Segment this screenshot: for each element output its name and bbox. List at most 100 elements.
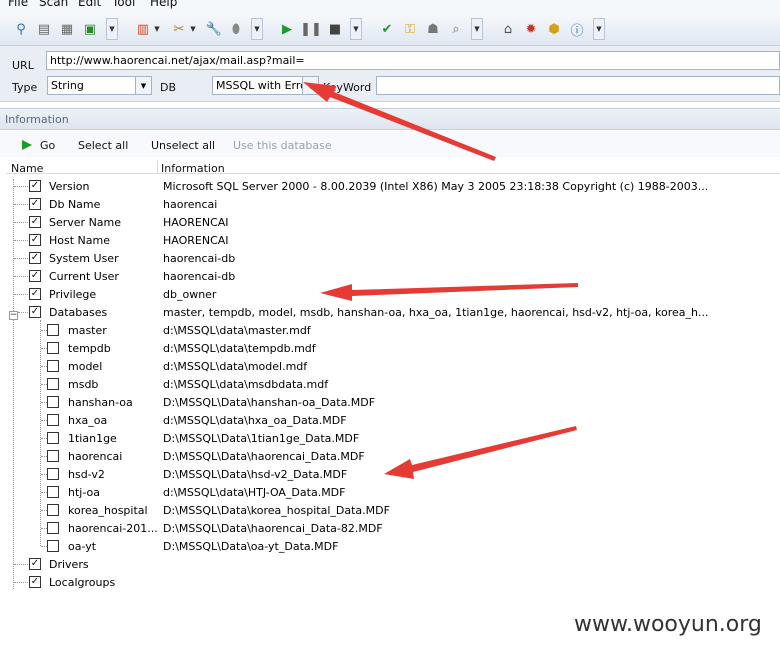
checkbox[interactable] <box>47 342 59 354</box>
toolbar-dropdown-3[interactable]: ▼ <box>188 18 198 40</box>
db-row[interactable]: korea_hospital D:\MSSQL\Data\korea_hospi… <box>0 501 780 519</box>
bug-icon[interactable]: ✹ <box>522 20 540 38</box>
db-row[interactable]: haorencai-201... D:\MSSQL\Data\haorencai… <box>0 519 780 537</box>
db-name: tempdb <box>68 342 111 355</box>
checkbox[interactable] <box>47 486 59 498</box>
checkbox[interactable] <box>47 522 59 534</box>
column-divider[interactable] <box>157 160 158 174</box>
url-input[interactable]: http://www.haorencai.net/ajax/mail.asp?m… <box>46 51 780 70</box>
database-icon[interactable]: ⬮ <box>227 20 245 38</box>
collapse-icon[interactable]: − <box>9 311 18 320</box>
tree-row[interactable]: ✓ System User haorencai-db <box>0 249 780 267</box>
document-icon[interactable]: ▤ <box>35 20 53 38</box>
pause-icon[interactable]: ❚❚ <box>300 20 322 38</box>
menu-tool[interactable]: Tool <box>112 0 135 9</box>
menu-scan[interactable]: Scan <box>39 0 68 9</box>
checkbox[interactable]: ✓ <box>29 252 41 264</box>
checkbox[interactable]: ✓ <box>29 216 41 228</box>
db-row[interactable]: htj-oa d:\MSSQL\data\HTJ-OA_Data.MDF <box>0 483 780 501</box>
row-info: HAORENCAI <box>163 216 229 229</box>
chart-icon[interactable]: ▥ <box>134 20 152 38</box>
db-row[interactable]: hxa_oa d:\MSSQL\data\hxa_oa_Data.MDF <box>0 411 780 429</box>
type-select[interactable]: String ▼ <box>47 76 152 95</box>
checkbox[interactable]: ✓ <box>29 558 41 570</box>
checkbox[interactable] <box>47 540 59 552</box>
tree-row[interactable]: ✓ Host Name HAORENCAI <box>0 231 780 249</box>
checkbox[interactable] <box>47 468 59 480</box>
users-icon[interactable]: ☗ <box>424 20 442 38</box>
db-row[interactable]: haorencai D:\MSSQL\Data\haorencai_Data.M… <box>0 447 780 465</box>
keyword-input[interactable] <box>376 76 780 95</box>
menu-edit[interactable]: Edit <box>78 0 101 9</box>
checkbox[interactable] <box>47 414 59 426</box>
checkbox[interactable] <box>47 378 59 390</box>
go-icon[interactable] <box>22 140 32 150</box>
menu-help[interactable]: Help <box>150 0 177 9</box>
db-row[interactable]: 1tian1ge D:\MSSQL\Data\1tian1ge_Data.MDF <box>0 429 780 447</box>
toolbar-dropdown-1[interactable]: ▼ <box>106 18 118 40</box>
toolbar: ⚲ ▤ ▦ ▣ ▼ ▥ ▼ ✂ ▼ 🔧 ⬮ ▼ ▶ ❚❚ ■ ▼ ✔ ⚿ ☗ ⌕… <box>0 12 780 46</box>
db-row[interactable]: tempdb d:\MSSQL\data\tempdb.mdf <box>0 339 780 357</box>
db-row[interactable]: model d:\MSSQL\data\model.mdf <box>0 357 780 375</box>
checkbox[interactable] <box>47 432 59 444</box>
db-row[interactable]: hsd-v2 D:\MSSQL\Data\hsd-v2_Data.MDF <box>0 465 780 483</box>
chevron-down-icon[interactable]: ▼ <box>135 77 151 94</box>
select-all-button[interactable]: Select all <box>78 139 128 152</box>
checkbox[interactable] <box>47 324 59 336</box>
checkbox[interactable]: ✓ <box>29 270 41 282</box>
toolbar-dropdown-6[interactable]: ▼ <box>471 18 483 40</box>
row-name: Db Name <box>49 198 101 211</box>
stop-icon[interactable]: ■ <box>326 20 344 38</box>
checkbox[interactable]: ✓ <box>29 198 41 210</box>
checkbox[interactable] <box>47 450 59 462</box>
toolbar-dropdown-5[interactable]: ▼ <box>350 18 362 40</box>
db-row[interactable]: master d:\MSSQL\data\master.mdf <box>0 321 780 339</box>
tree-row[interactable]: ✓ Privilege db_owner <box>0 285 780 303</box>
toolbar-dropdown-7[interactable]: ▼ <box>593 18 605 40</box>
db-path: D:\MSSQL\Data\korea_hospital_Data.MDF <box>163 504 390 517</box>
search-icon[interactable]: ⚲ <box>12 20 30 38</box>
tree-row[interactable]: ✓ Databases master, tempdb, model, msdb,… <box>0 303 780 321</box>
go-button[interactable]: Go <box>40 139 55 152</box>
play-icon[interactable]: ▶ <box>278 20 296 38</box>
scan-icon[interactable]: ✂ <box>170 20 188 38</box>
tree-row[interactable]: ✓ Drivers <box>0 555 780 573</box>
db-name: model <box>68 360 103 373</box>
checkbox[interactable]: ✓ <box>29 288 41 300</box>
tree-row[interactable]: ✓ Version Microsoft SQL Server 2000 - 8.… <box>0 177 780 195</box>
export-icon[interactable]: ▣ <box>81 20 99 38</box>
checkbox[interactable] <box>47 396 59 408</box>
checkbox[interactable]: ✓ <box>29 576 41 588</box>
toolbar-dropdown-2[interactable]: ▼ <box>152 18 162 40</box>
key-icon[interactable]: ⚿ <box>401 20 419 38</box>
tree-row[interactable]: ✓ Localgroups <box>0 573 780 591</box>
tree-row[interactable]: ✓ Server Name HAORENCAI <box>0 213 780 231</box>
wrench-icon[interactable]: 🔧 <box>205 20 223 38</box>
settings-icon[interactable]: ⬢ <box>545 20 563 38</box>
magnifier-icon[interactable]: ⌕ <box>447 20 465 38</box>
checkbox[interactable]: ✓ <box>29 306 41 318</box>
checkbox[interactable] <box>47 360 59 372</box>
info-icon[interactable]: ⓘ <box>568 20 586 39</box>
toolbar-dropdown-4[interactable]: ▼ <box>251 18 263 40</box>
db-path: d:\MSSQL\data\master.mdf <box>163 324 311 337</box>
row-name: Server Name <box>49 216 122 229</box>
checkbox[interactable] <box>47 504 59 516</box>
use-database-button[interactable]: Use this database <box>233 139 332 152</box>
home-icon[interactable]: ⌂ <box>499 20 517 38</box>
menu-file[interactable]: File <box>8 0 28 9</box>
db-select[interactable]: MSSQL with Error ▼ <box>212 76 319 95</box>
unselect-all-button[interactable]: Unselect all <box>151 139 215 152</box>
chevron-down-icon[interactable]: ▼ <box>302 77 318 94</box>
tree-row[interactable]: ✓ Current User haorencai-db <box>0 267 780 285</box>
db-row[interactable]: hanshan-oa D:\MSSQL\Data\hanshan-oa_Data… <box>0 393 780 411</box>
db-row[interactable]: oa-yt D:\MSSQL\Data\oa-yt_Data.MDF <box>0 537 780 555</box>
checkbox[interactable]: ✓ <box>29 180 41 192</box>
db-row[interactable]: msdb d:\MSSQL\data\msdbdata.mdf <box>0 375 780 393</box>
checkbox[interactable]: ✓ <box>29 234 41 246</box>
save-icon[interactable]: ▦ <box>58 20 76 38</box>
column-information[interactable]: Information <box>161 162 225 175</box>
check-icon[interactable]: ✔ <box>378 20 396 38</box>
column-name[interactable]: Name <box>11 162 43 175</box>
tree-row[interactable]: ✓ Db Name haorencai <box>0 195 780 213</box>
